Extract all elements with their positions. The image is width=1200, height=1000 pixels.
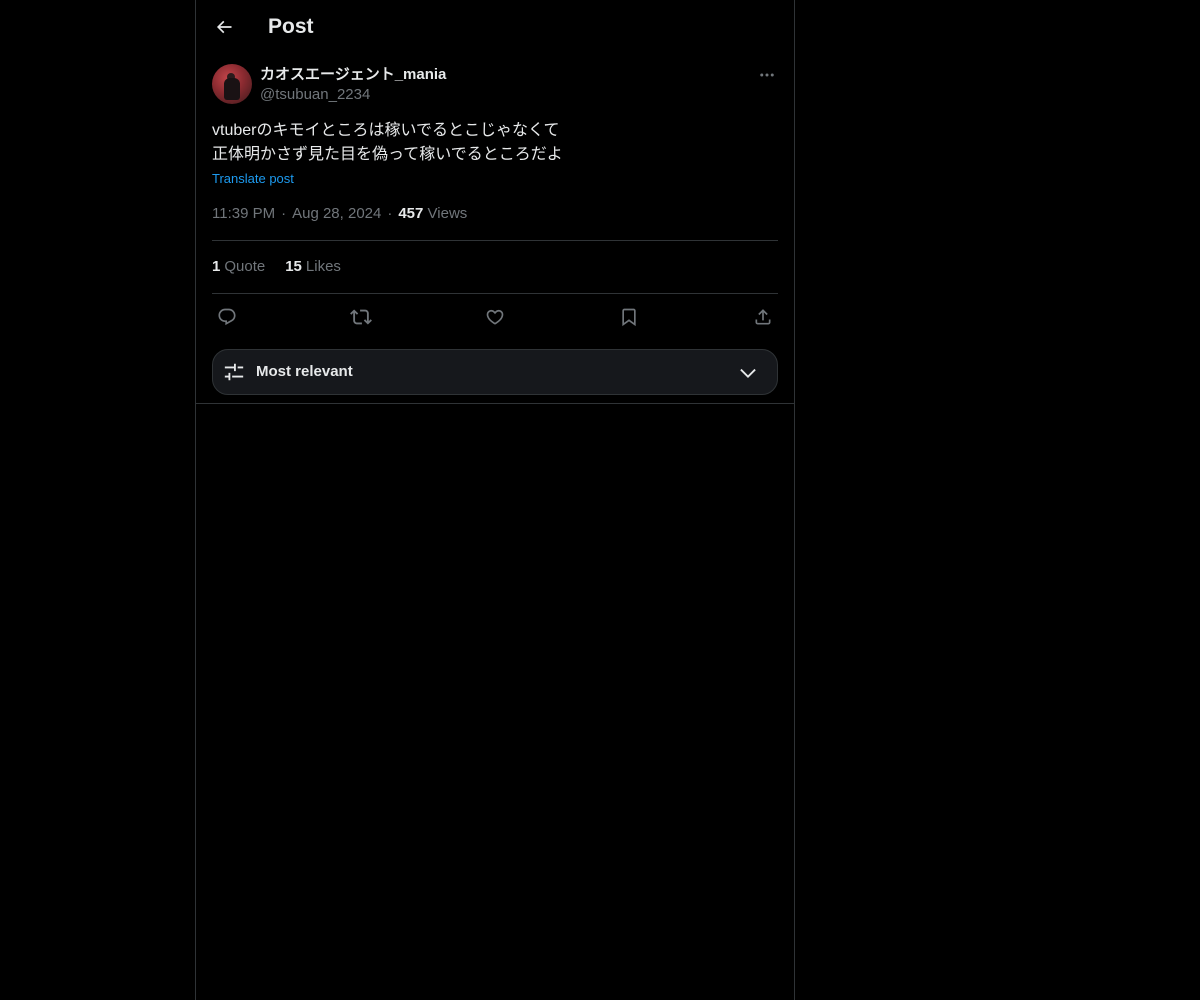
bookmark-button[interactable] xyxy=(614,304,644,330)
divider xyxy=(196,403,794,404)
post-stats: 1 Quote 15 Likes xyxy=(212,257,361,277)
heart-icon xyxy=(486,309,504,325)
post-time[interactable]: 11:39 PM xyxy=(212,205,275,222)
author-handle[interactable]: @tsubuan_2234 xyxy=(260,85,370,105)
reply-button[interactable] xyxy=(212,304,242,330)
quotes-stat[interactable]: 1 Quote xyxy=(212,257,265,277)
repost-icon xyxy=(350,309,372,325)
arrow-left-icon xyxy=(216,20,232,34)
main-column: Post カオスエージェント_mania @tsubuan_2234 vtube… xyxy=(195,0,795,1000)
chevron-down-icon xyxy=(740,368,756,378)
translate-post-link[interactable]: Translate post xyxy=(212,170,294,188)
post-meta: 11:39 PM · Aug 28, 2024 · 457 Views xyxy=(212,205,468,222)
more-options-button[interactable] xyxy=(756,64,778,86)
share-icon xyxy=(755,309,771,325)
sliders-icon xyxy=(224,363,244,381)
bookmark-icon xyxy=(622,308,636,327)
divider xyxy=(212,293,778,294)
divider xyxy=(212,240,778,241)
repost-button[interactable] xyxy=(346,304,376,330)
action-bar xyxy=(212,304,778,330)
sort-label: Most relevant xyxy=(256,363,353,380)
more-icon xyxy=(760,73,774,77)
author-display-name[interactable]: カオスエージェント_mania xyxy=(260,65,446,85)
post-text: vtuberのキモイところは稼いでるとこじゃなくて 正体明かさず見た目を偽って稼… xyxy=(212,122,563,163)
sort-replies-dropdown[interactable]: Most relevant xyxy=(212,349,778,395)
share-button[interactable] xyxy=(748,304,778,330)
post-date[interactable]: Aug 28, 2024 xyxy=(292,205,381,222)
like-button[interactable] xyxy=(480,304,510,330)
avatar[interactable] xyxy=(212,64,252,104)
reply-icon xyxy=(218,308,236,326)
views-count: 457 xyxy=(398,205,424,222)
page-header: Post xyxy=(196,0,794,54)
views-label: Views xyxy=(427,205,468,222)
back-button[interactable] xyxy=(208,11,240,43)
likes-stat[interactable]: 15 Likes xyxy=(285,257,341,277)
page-title: Post xyxy=(268,15,314,38)
